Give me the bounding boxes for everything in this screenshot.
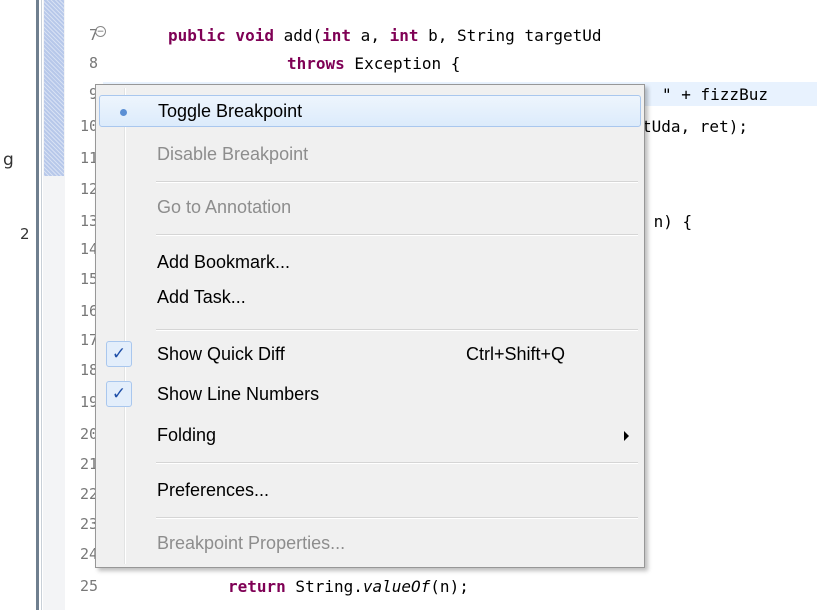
fold-collapse-icon[interactable]: − — [95, 26, 106, 37]
menu-item-label: Folding — [157, 425, 217, 445]
menu-item-toggle-breakpoint[interactable]: Toggle Breakpoint — [99, 95, 641, 127]
breakpoint-dot-icon — [120, 109, 127, 116]
code-line-13[interactable]: n) { — [644, 212, 693, 231]
menu-separator — [156, 329, 638, 331]
menu-item-label: Disable Breakpoint — [157, 144, 309, 164]
menu-item-label: Show Quick Diff — [157, 344, 285, 364]
code-line-9[interactable]: " + fizzBuz — [662, 85, 768, 104]
code-keyword: int — [322, 26, 352, 45]
left-fragment-text: 2 — [20, 225, 30, 243]
menu-item-show-line-numbers[interactable]: ✓ Show Line Numbers — [99, 379, 641, 411]
menu-item-disable-breakpoint[interactable]: Disable Breakpoint — [99, 139, 641, 171]
left-fragment-text: g — [3, 150, 14, 170]
code-keyword: return — [228, 577, 286, 596]
menu-item-folding[interactable]: Folding — [99, 420, 641, 452]
line-number: 25 — [79, 577, 98, 595]
code-text: b, String targetUd — [418, 26, 602, 45]
line-number: 8 — [88, 54, 98, 72]
code-text: Exception { — [344, 54, 461, 73]
menu-item-label: Breakpoint Properties... — [157, 533, 346, 553]
ruler-context-menu: Toggle Breakpoint Disable Breakpoint Go … — [95, 84, 645, 568]
menu-separator — [156, 462, 638, 464]
code-method: valueOf — [362, 577, 431, 596]
code-line-25[interactable]: return String.valueOf(n); — [228, 577, 469, 596]
code-text: tUda, ret); — [642, 117, 748, 136]
menu-item-preferences[interactable]: Preferences... — [99, 475, 641, 507]
code-text: add( — [273, 26, 323, 45]
checkmark-icon: ✓ — [106, 341, 132, 367]
menu-item-label: Show Line Numbers — [157, 384, 320, 404]
code-keyword: throws — [287, 54, 345, 73]
menu-item-breakpoint-properties[interactable]: Breakpoint Properties... — [99, 528, 641, 560]
code-text: (n); — [430, 577, 469, 596]
checkmark-icon: ✓ — [106, 381, 132, 407]
view-splitter-edge — [41, 0, 42, 610]
menu-item-label: Go to Annotation — [157, 197, 292, 217]
menu-separator — [156, 234, 638, 236]
menu-separator — [156, 181, 638, 183]
menu-item-go-to-annotation[interactable]: Go to Annotation — [99, 192, 641, 224]
view-splitter[interactable] — [36, 0, 39, 610]
menu-item-show-quick-diff[interactable]: ✓ Show Quick Diff Ctrl+Shift+Q — [99, 339, 641, 371]
code-text: String. — [285, 577, 363, 596]
menu-item-label: Preferences... — [157, 480, 270, 500]
code-line-8[interactable]: throws Exception { — [287, 54, 460, 73]
code-line-10[interactable]: tUda, ret); — [642, 117, 748, 136]
menu-item-label: Toggle Breakpoint — [158, 101, 303, 121]
code-keyword: int — [389, 26, 419, 45]
menu-item-label: Add Task... — [157, 287, 246, 307]
menu-separator — [156, 517, 638, 519]
line-number: 7 — [88, 26, 98, 44]
code-line-7[interactable]: public void add(int a, int b, String tar… — [168, 26, 602, 45]
menu-item-add-task[interactable]: Add Task... — [99, 282, 641, 314]
menu-item-shortcut: Ctrl+Shift+Q — [466, 344, 566, 364]
ruler-selection-highlight — [44, 0, 64, 176]
code-text: n) { — [644, 212, 693, 231]
code-text: a, — [351, 26, 390, 45]
code-keyword: public void — [168, 26, 274, 45]
code-text: " + fizzBuz — [662, 85, 768, 104]
left-view-fragment — [0, 0, 40, 610]
submenu-arrow-icon — [624, 431, 629, 441]
menu-item-add-bookmark[interactable]: Add Bookmark... — [99, 247, 641, 279]
menu-item-label: Add Bookmark... — [157, 252, 291, 272]
